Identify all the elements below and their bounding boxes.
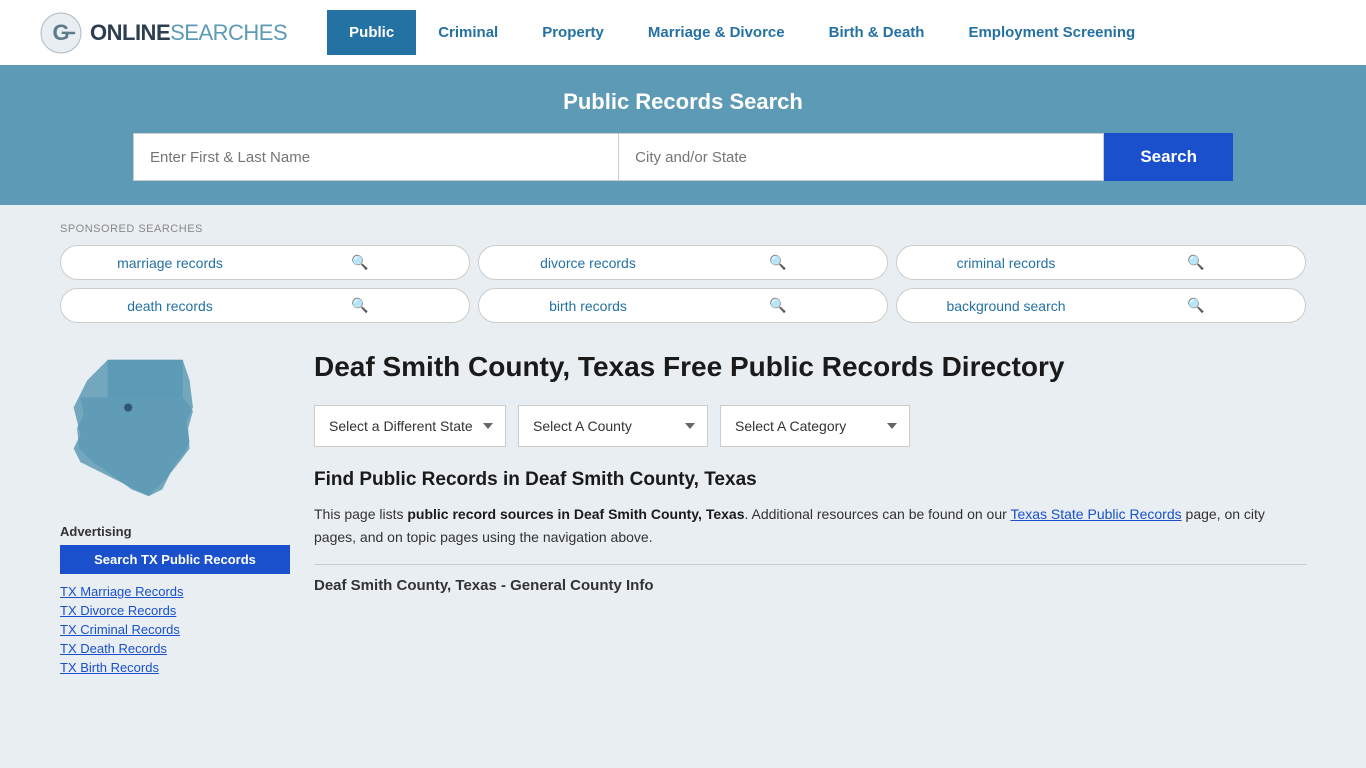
search-icon-2: 🔍	[683, 254, 873, 271]
sponsored-section: SPONSORED SEARCHES marriage records 🔍 di…	[60, 205, 1306, 333]
desc-part2: . Additional resources can be found on o…	[745, 506, 1011, 522]
sidebar-link-birth[interactable]: TX Birth Records	[60, 660, 290, 675]
nav-public[interactable]: Public	[327, 10, 416, 55]
sidebar-link-divorce[interactable]: TX Divorce Records	[60, 603, 290, 618]
nav-property[interactable]: Property	[520, 10, 626, 55]
ad-button[interactable]: Search TX Public Records	[60, 545, 290, 574]
search-icon-5: 🔍	[683, 297, 873, 314]
search-icon-4: 🔍	[265, 297, 455, 314]
pill-marriage-records[interactable]: marriage records 🔍	[60, 245, 470, 280]
sponsored-grid: marriage records 🔍 divorce records 🔍 cri…	[60, 245, 1306, 323]
content-area: Advertising Search TX Public Records TX …	[60, 333, 1306, 679]
location-input[interactable]	[619, 133, 1104, 181]
logo[interactable]: G ONLINESEARCHES	[40, 12, 287, 54]
search-banner-title: Public Records Search	[40, 89, 1326, 115]
pill-criminal-records[interactable]: criminal records 🔍	[896, 245, 1306, 280]
desc-part1: This page lists	[314, 506, 407, 522]
category-dropdown[interactable]: Select A Category	[720, 405, 910, 447]
pill-divorce-records[interactable]: divorce records 🔍	[478, 245, 888, 280]
pill-divorce-label: divorce records	[493, 255, 683, 271]
search-icon-1: 🔍	[265, 254, 455, 271]
nav-criminal[interactable]: Criminal	[416, 10, 520, 55]
state-dropdown[interactable]: Select a Different State	[314, 405, 506, 447]
find-title: Find Public Records in Deaf Smith County…	[314, 469, 1306, 491]
pill-birth-records[interactable]: birth records 🔍	[478, 288, 888, 323]
county-info-title: Deaf Smith County, Texas - General Count…	[314, 564, 1306, 594]
sidebar-link-marriage[interactable]: TX Marriage Records	[60, 584, 290, 599]
desc-bold: public record sources in Deaf Smith Coun…	[407, 506, 744, 522]
pill-death-records[interactable]: death records 🔍	[60, 288, 470, 323]
search-button[interactable]: Search	[1104, 133, 1233, 181]
page-title: Deaf Smith County, Texas Free Public Rec…	[314, 349, 1306, 385]
sidebar-link-death[interactable]: TX Death Records	[60, 641, 290, 656]
pill-death-label: death records	[75, 298, 265, 314]
sidebar: Advertising Search TX Public Records TX …	[60, 333, 290, 679]
main-nav: Public Criminal Property Marriage & Divo…	[327, 10, 1157, 55]
sponsored-label: SPONSORED SEARCHES	[60, 223, 1306, 235]
pill-background-search[interactable]: background search 🔍	[896, 288, 1306, 323]
county-dropdown[interactable]: Select A County	[518, 405, 708, 447]
search-icon-6: 🔍	[1101, 297, 1291, 314]
search-banner: Public Records Search Search	[0, 65, 1366, 205]
texas-map-icon	[60, 353, 210, 503]
desc-link[interactable]: Texas State Public Records	[1010, 506, 1181, 522]
advertising-label: Advertising	[60, 524, 290, 539]
pill-background-label: background search	[911, 298, 1101, 314]
nav-marriage-divorce[interactable]: Marriage & Divorce	[626, 10, 807, 55]
nav-birth-death[interactable]: Birth & Death	[807, 10, 947, 55]
logo-brand-online: ONLINESEARCHES	[90, 20, 287, 46]
description: This page lists public record sources in…	[314, 503, 1306, 548]
name-input[interactable]	[133, 133, 619, 181]
pill-criminal-label: criminal records	[911, 255, 1101, 271]
sidebar-link-criminal[interactable]: TX Criminal Records	[60, 622, 290, 637]
pill-marriage-label: marriage records	[75, 255, 265, 271]
search-icon-3: 🔍	[1101, 254, 1291, 271]
logo-icon: G	[40, 12, 82, 54]
dropdowns-row: Select a Different State Select A County…	[314, 405, 1306, 447]
main-content: Deaf Smith County, Texas Free Public Rec…	[314, 333, 1306, 679]
nav-employment[interactable]: Employment Screening	[946, 10, 1157, 55]
pill-birth-label: birth records	[493, 298, 683, 314]
